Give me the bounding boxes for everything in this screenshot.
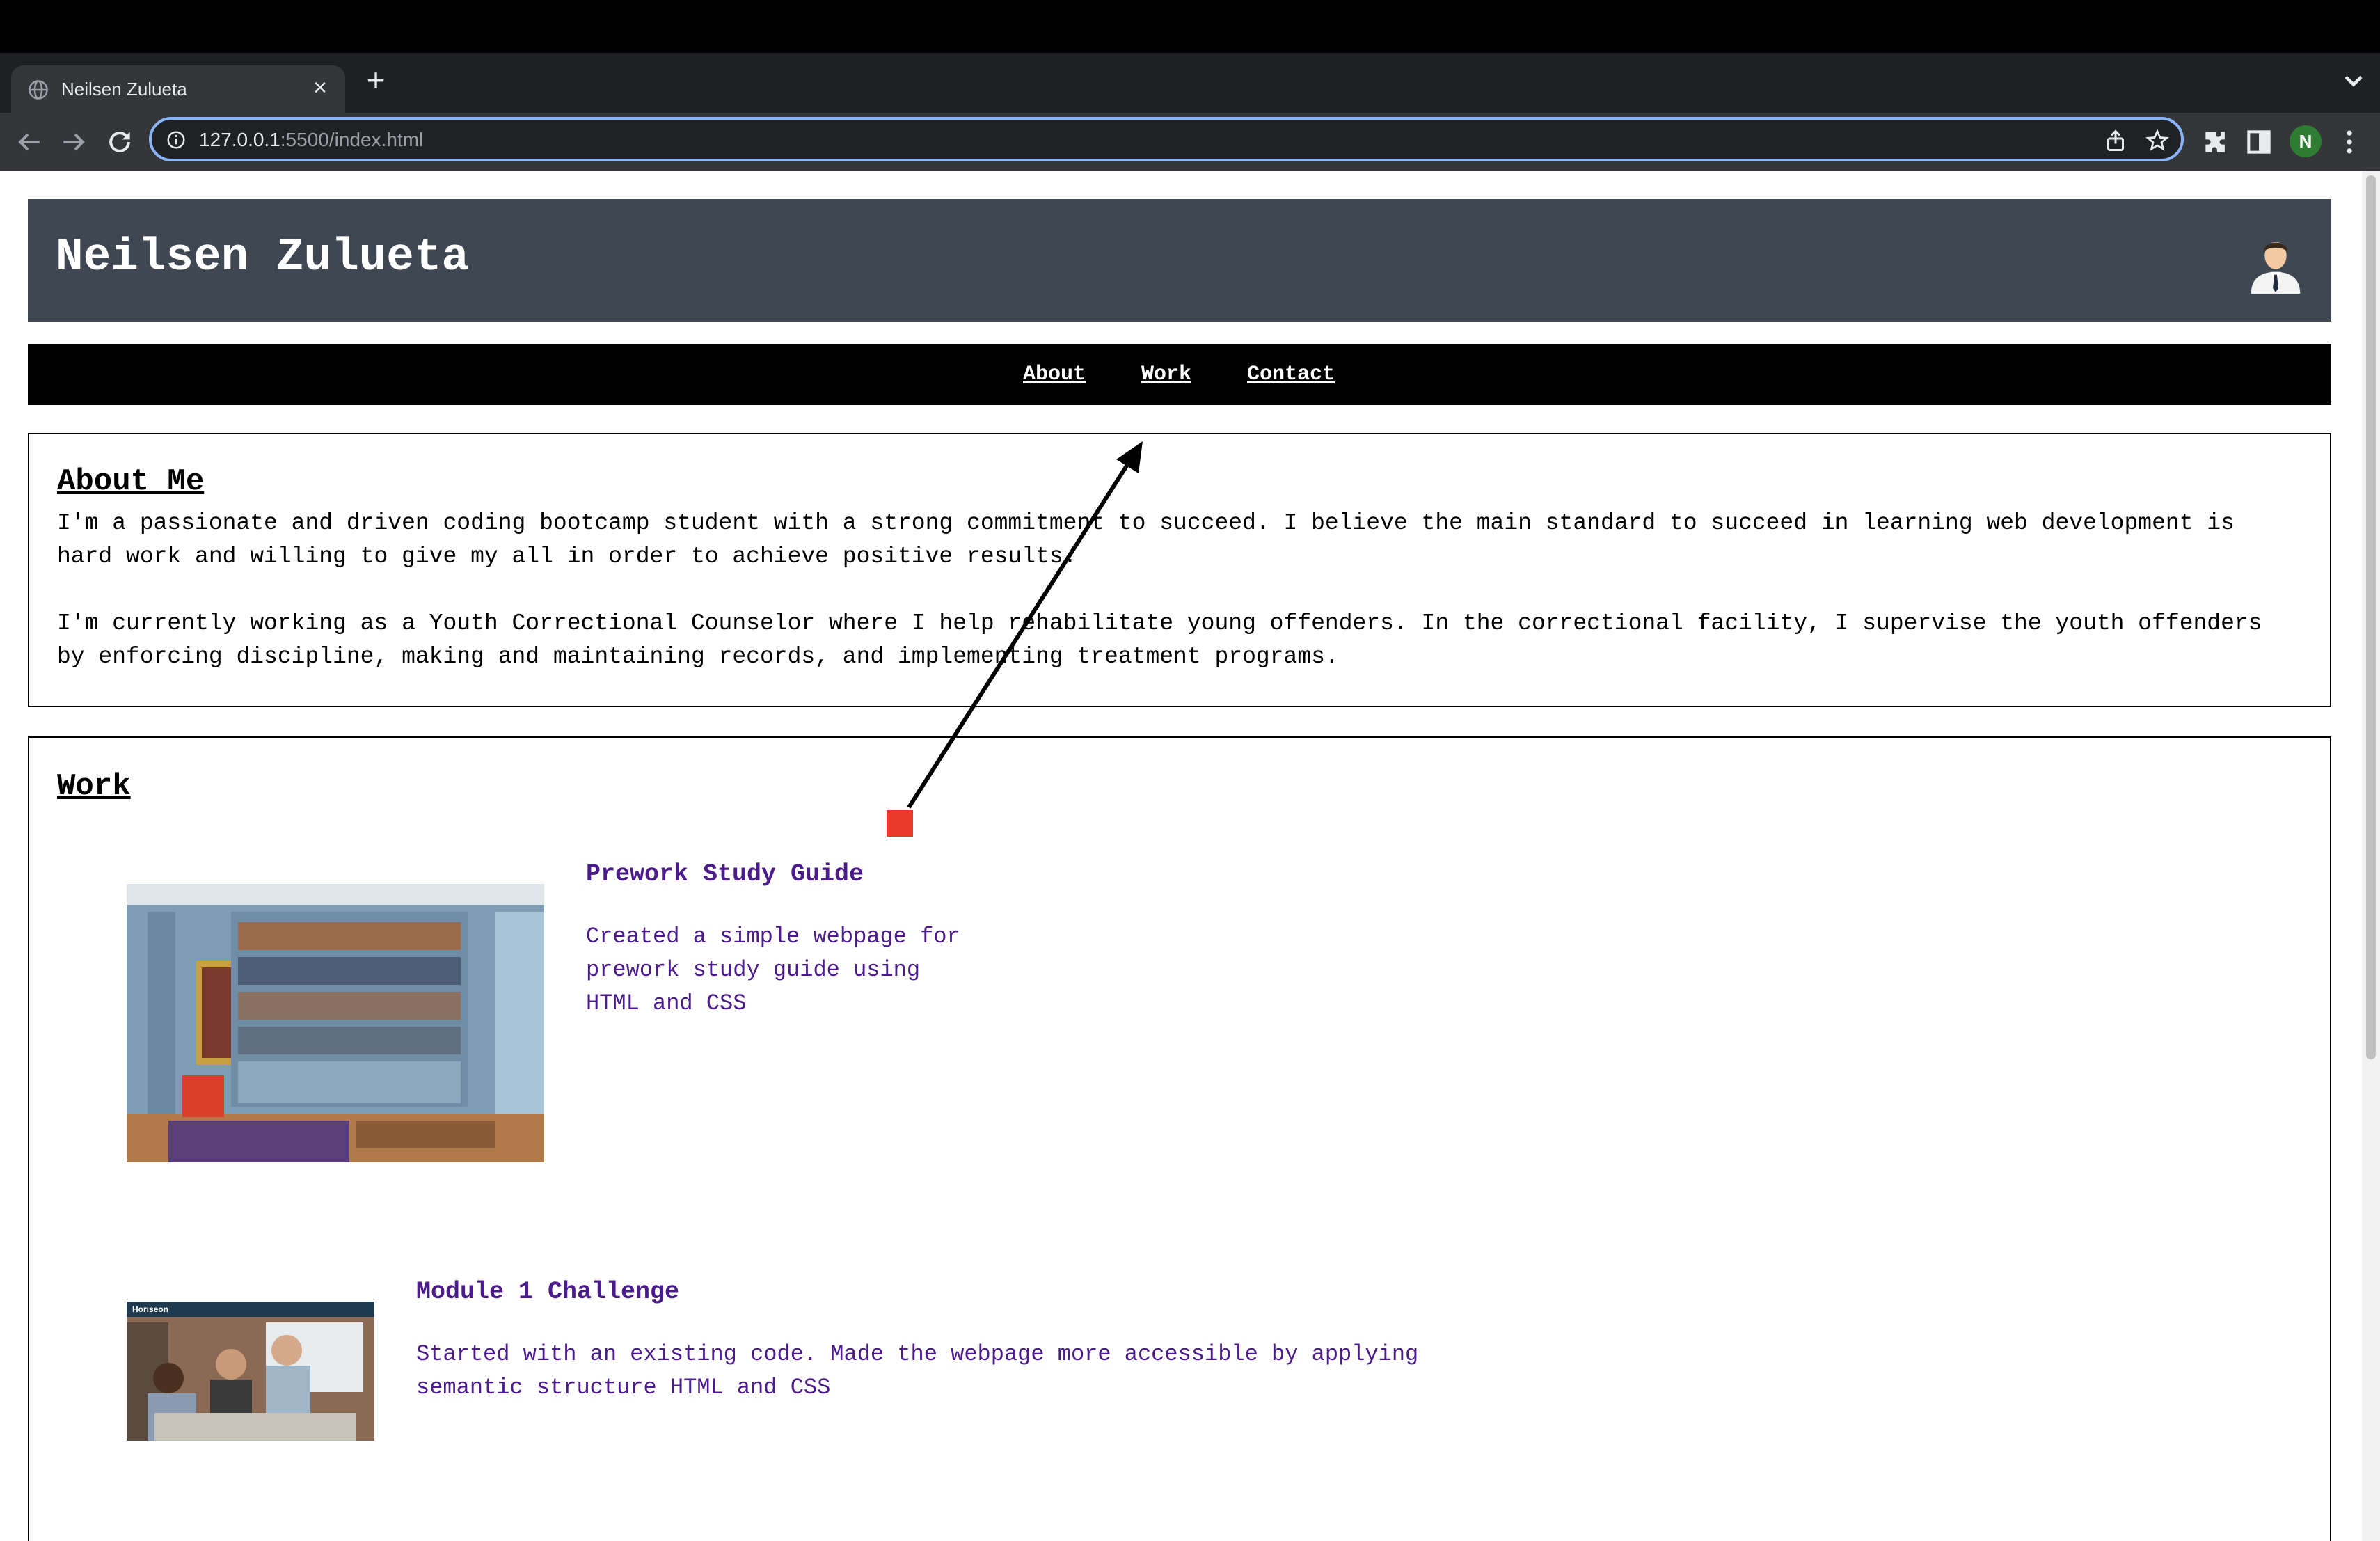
url-host: 127.0.0.1: [199, 129, 280, 150]
star-icon[interactable]: [2145, 128, 2170, 153]
nav-link-work[interactable]: Work: [1141, 362, 1191, 387]
project-description-study-guide: Created a simple webpage for prework stu…: [586, 924, 960, 1016]
puzzle-icon[interactable]: [2200, 127, 2231, 157]
team-meeting-image: [127, 1302, 374, 1441]
work-heading: Work: [57, 769, 131, 804]
tab-strip: Neilsen Zulueta × +: [0, 53, 2380, 113]
nav-link-about[interactable]: About: [1023, 362, 1086, 387]
more-icon[interactable]: [2334, 127, 2365, 157]
scrollbar-thumb[interactable]: [2366, 175, 2376, 1059]
site-title: Neilsen Zulueta: [56, 231, 470, 283]
back-icon[interactable]: [14, 127, 45, 157]
about-section: About Me I'm a passionate and driven cod…: [28, 433, 2331, 707]
browser-tab[interactable]: Neilsen Zulueta ×: [11, 65, 345, 113]
globe-icon: [29, 80, 48, 100]
project-image-module-1[interactable]: Horiseon: [127, 1302, 374, 1441]
about-heading: About Me: [57, 464, 205, 499]
reload-icon[interactable]: [104, 127, 135, 157]
profile-avatar-icon[interactable]: N: [2290, 125, 2322, 157]
share-icon[interactable]: [2103, 128, 2128, 153]
about-paragraph-2: I'm currently working as a Youth Correct…: [57, 610, 2262, 670]
about-paragraph-1: I'm a passionate and driven coding bootc…: [57, 510, 2235, 569]
page-viewport: Neilsen Zulueta About Work Contact About…: [0, 171, 2380, 1541]
address-bar[interactable]: 127.0.0.1:5500/index.html: [149, 117, 2184, 161]
person-avatar-icon: [2251, 242, 2301, 294]
plus-icon[interactable]: +: [359, 64, 392, 97]
url-path: :5500/index.html: [280, 129, 424, 150]
site-header: Neilsen Zulueta: [28, 199, 2331, 322]
project-description-module-1: Started with an existing code. Made the …: [416, 1341, 1419, 1400]
page-scrollbar[interactable]: [2362, 171, 2380, 1541]
bookshelf-room-image: [127, 884, 544, 1162]
project-title-module-1[interactable]: Module 1 Challenge: [416, 1277, 679, 1307]
info-icon[interactable]: [166, 129, 187, 150]
url-text[interactable]: 127.0.0.1:5500/index.html: [199, 129, 423, 151]
browser-toolbar: 127.0.0.1:5500/index.html N: [0, 113, 2380, 171]
work-section: Work Prework Study Guide Created a simpl…: [28, 736, 2331, 1541]
project-image-study-guide[interactable]: [127, 884, 544, 1162]
forward-icon[interactable]: [58, 127, 89, 157]
os-menu-bar: [0, 0, 2380, 53]
site-nav: About Work Contact: [28, 344, 2331, 405]
chevron-down-icon[interactable]: [2338, 65, 2369, 96]
project-title-study-guide[interactable]: Prework Study Guide: [586, 859, 864, 890]
sidepanel-icon[interactable]: [2244, 127, 2274, 157]
nav-link-contact[interactable]: Contact: [1247, 362, 1335, 387]
close-icon[interactable]: ×: [308, 75, 333, 100]
tab-title: Neilsen Zulueta: [61, 79, 187, 100]
thumb-brand-text: Horiseon: [132, 1304, 169, 1314]
